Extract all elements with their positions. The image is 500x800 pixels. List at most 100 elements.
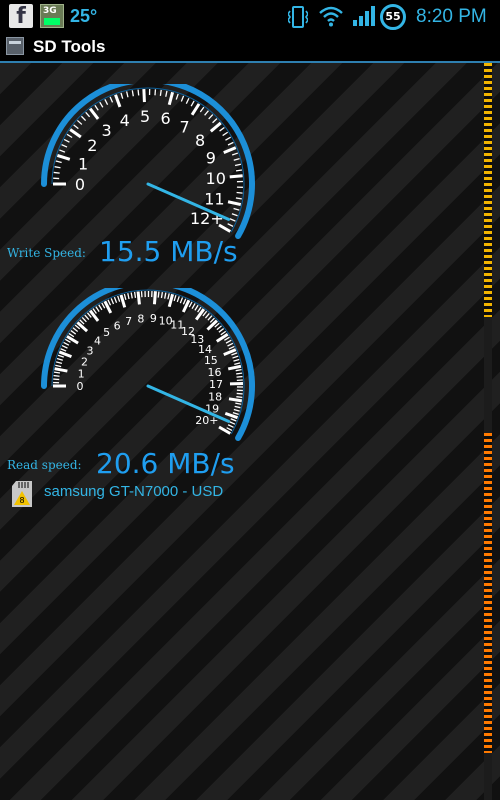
- write-tick-label: 8: [195, 131, 205, 150]
- read-minor-tick: [179, 297, 184, 304]
- write-tick-label: 6: [161, 109, 171, 128]
- write-minor-tick: [231, 152, 239, 156]
- write-tick-label: 12+: [190, 209, 224, 228]
- read-major-tick: [206, 319, 218, 331]
- read-minor-tick: [207, 315, 213, 321]
- write-tick-label: 10: [206, 169, 226, 188]
- scroll-indicator-mid: [484, 433, 492, 753]
- status-bar: f 3G 25° 55 8:20 PM: [0, 0, 500, 33]
- read-minor-tick: [56, 357, 63, 361]
- write-minor-tick: [137, 89, 140, 96]
- read-minor-tick: [234, 405, 241, 409]
- write-minor-tick: [99, 101, 104, 108]
- write-minor-tick: [61, 144, 68, 148]
- write-minor-tick: [175, 93, 179, 100]
- write-major-tick: [227, 200, 242, 207]
- read-minor-tick: [64, 338, 71, 343]
- read-tick-label: 3: [87, 344, 94, 357]
- scrollbar[interactable]: [484, 63, 492, 800]
- write-major-tick: [190, 103, 201, 116]
- read-minor-tick: [55, 361, 63, 365]
- write-minor-tick: [180, 95, 185, 102]
- device-name: samsung GT-N7000 - USD: [44, 483, 224, 500]
- write-minor-tick: [73, 124, 79, 130]
- read-major-tick: [167, 293, 175, 308]
- write-tick-label: 7: [179, 117, 189, 136]
- read-minor-tick: [232, 355, 239, 359]
- write-minor-tick: [76, 119, 83, 125]
- read-minor-tick: [228, 345, 235, 350]
- write-minor-tick: [219, 126, 225, 132]
- write-minor-tick: [104, 99, 109, 105]
- read-minor-tick: [188, 301, 193, 308]
- action-bar: SD Tools: [0, 33, 500, 63]
- read-minor-tick: [81, 316, 87, 323]
- write-major-tick: [69, 128, 82, 139]
- write-minor-tick: [185, 97, 190, 104]
- read-minor-tick: [191, 303, 196, 310]
- app-title: SD Tools: [33, 37, 106, 56]
- write-tick-label: 0: [75, 175, 85, 194]
- network-badge-text: 3G: [43, 6, 57, 16]
- write-major-tick: [223, 146, 237, 155]
- read-minor-tick: [53, 374, 60, 377]
- read-minor-tick: [55, 364, 62, 368]
- write-major-tick: [142, 89, 146, 103]
- read-minor-tick: [167, 293, 170, 300]
- write-speed-value: 15.5 MB/s: [99, 235, 238, 268]
- read-minor-tick: [176, 296, 180, 303]
- read-tick-label: 6: [114, 319, 121, 332]
- clock: 8:20 PM: [416, 6, 487, 27]
- read-tick-label: 16: [208, 366, 222, 379]
- app-icon[interactable]: [6, 37, 24, 55]
- read-tick-label: 0: [77, 380, 84, 393]
- read-minor-tick: [204, 313, 210, 319]
- read-minor-tick: [236, 396, 243, 399]
- read-minor-tick: [133, 291, 137, 298]
- write-speed-gauge: 0 1234 5 6 789101112+: [41, 84, 255, 239]
- write-tick-label: 3: [102, 121, 112, 140]
- signal-icon: [353, 6, 375, 26]
- read-minor-tick: [226, 427, 233, 432]
- write-minor-tick: [208, 114, 214, 120]
- facebook-icon[interactable]: f: [9, 4, 33, 29]
- write-minor-tick: [55, 160, 62, 164]
- write-minor-tick: [125, 91, 129, 98]
- read-tick-label: 5: [103, 326, 110, 339]
- read-major-tick: [136, 291, 141, 305]
- write-major-tick: [56, 154, 71, 161]
- write-minor-tick: [233, 207, 240, 211]
- write-tick-label: 5: [140, 107, 150, 126]
- read-tick-label: 8: [137, 312, 144, 325]
- read-major-tick: [66, 335, 79, 345]
- write-major-tick: [167, 91, 175, 106]
- read-major-tick: [227, 364, 242, 371]
- read-minor-tick: [233, 358, 240, 362]
- read-minor-tick: [236, 375, 243, 378]
- write-minor-tick: [120, 92, 124, 99]
- write-minor-tick: [231, 213, 238, 217]
- read-minor-tick: [194, 304, 199, 311]
- read-minor-tick: [234, 362, 241, 365]
- read-minor-tick: [107, 299, 112, 306]
- write-minor-tick: [225, 136, 232, 141]
- read-speed-gauge: 0123456 7 8 9 1011121314151617181920+: [41, 288, 255, 441]
- write-minor-tick: [54, 166, 61, 169]
- write-minor-tick: [80, 115, 87, 121]
- read-minor-tick: [173, 295, 177, 302]
- write-minor-tick: [199, 106, 205, 113]
- write-major-tick: [209, 121, 222, 133]
- read-speed-value: 20.6 MB/s: [96, 447, 235, 480]
- write-minor-tick: [66, 133, 73, 139]
- write-minor-tick: [204, 110, 209, 116]
- scroll-indicator-top: [484, 63, 492, 317]
- read-minor-tick: [229, 421, 236, 425]
- read-major-tick: [119, 294, 127, 308]
- write-minor-tick: [165, 90, 168, 97]
- temperature: 25°: [70, 6, 98, 26]
- sd-card-icon: 8: [12, 481, 32, 507]
- battery-icon: 55: [380, 4, 406, 30]
- write-minor-tick: [234, 163, 242, 167]
- read-minor-tick: [233, 408, 240, 412]
- read-minor-tick: [230, 418, 237, 422]
